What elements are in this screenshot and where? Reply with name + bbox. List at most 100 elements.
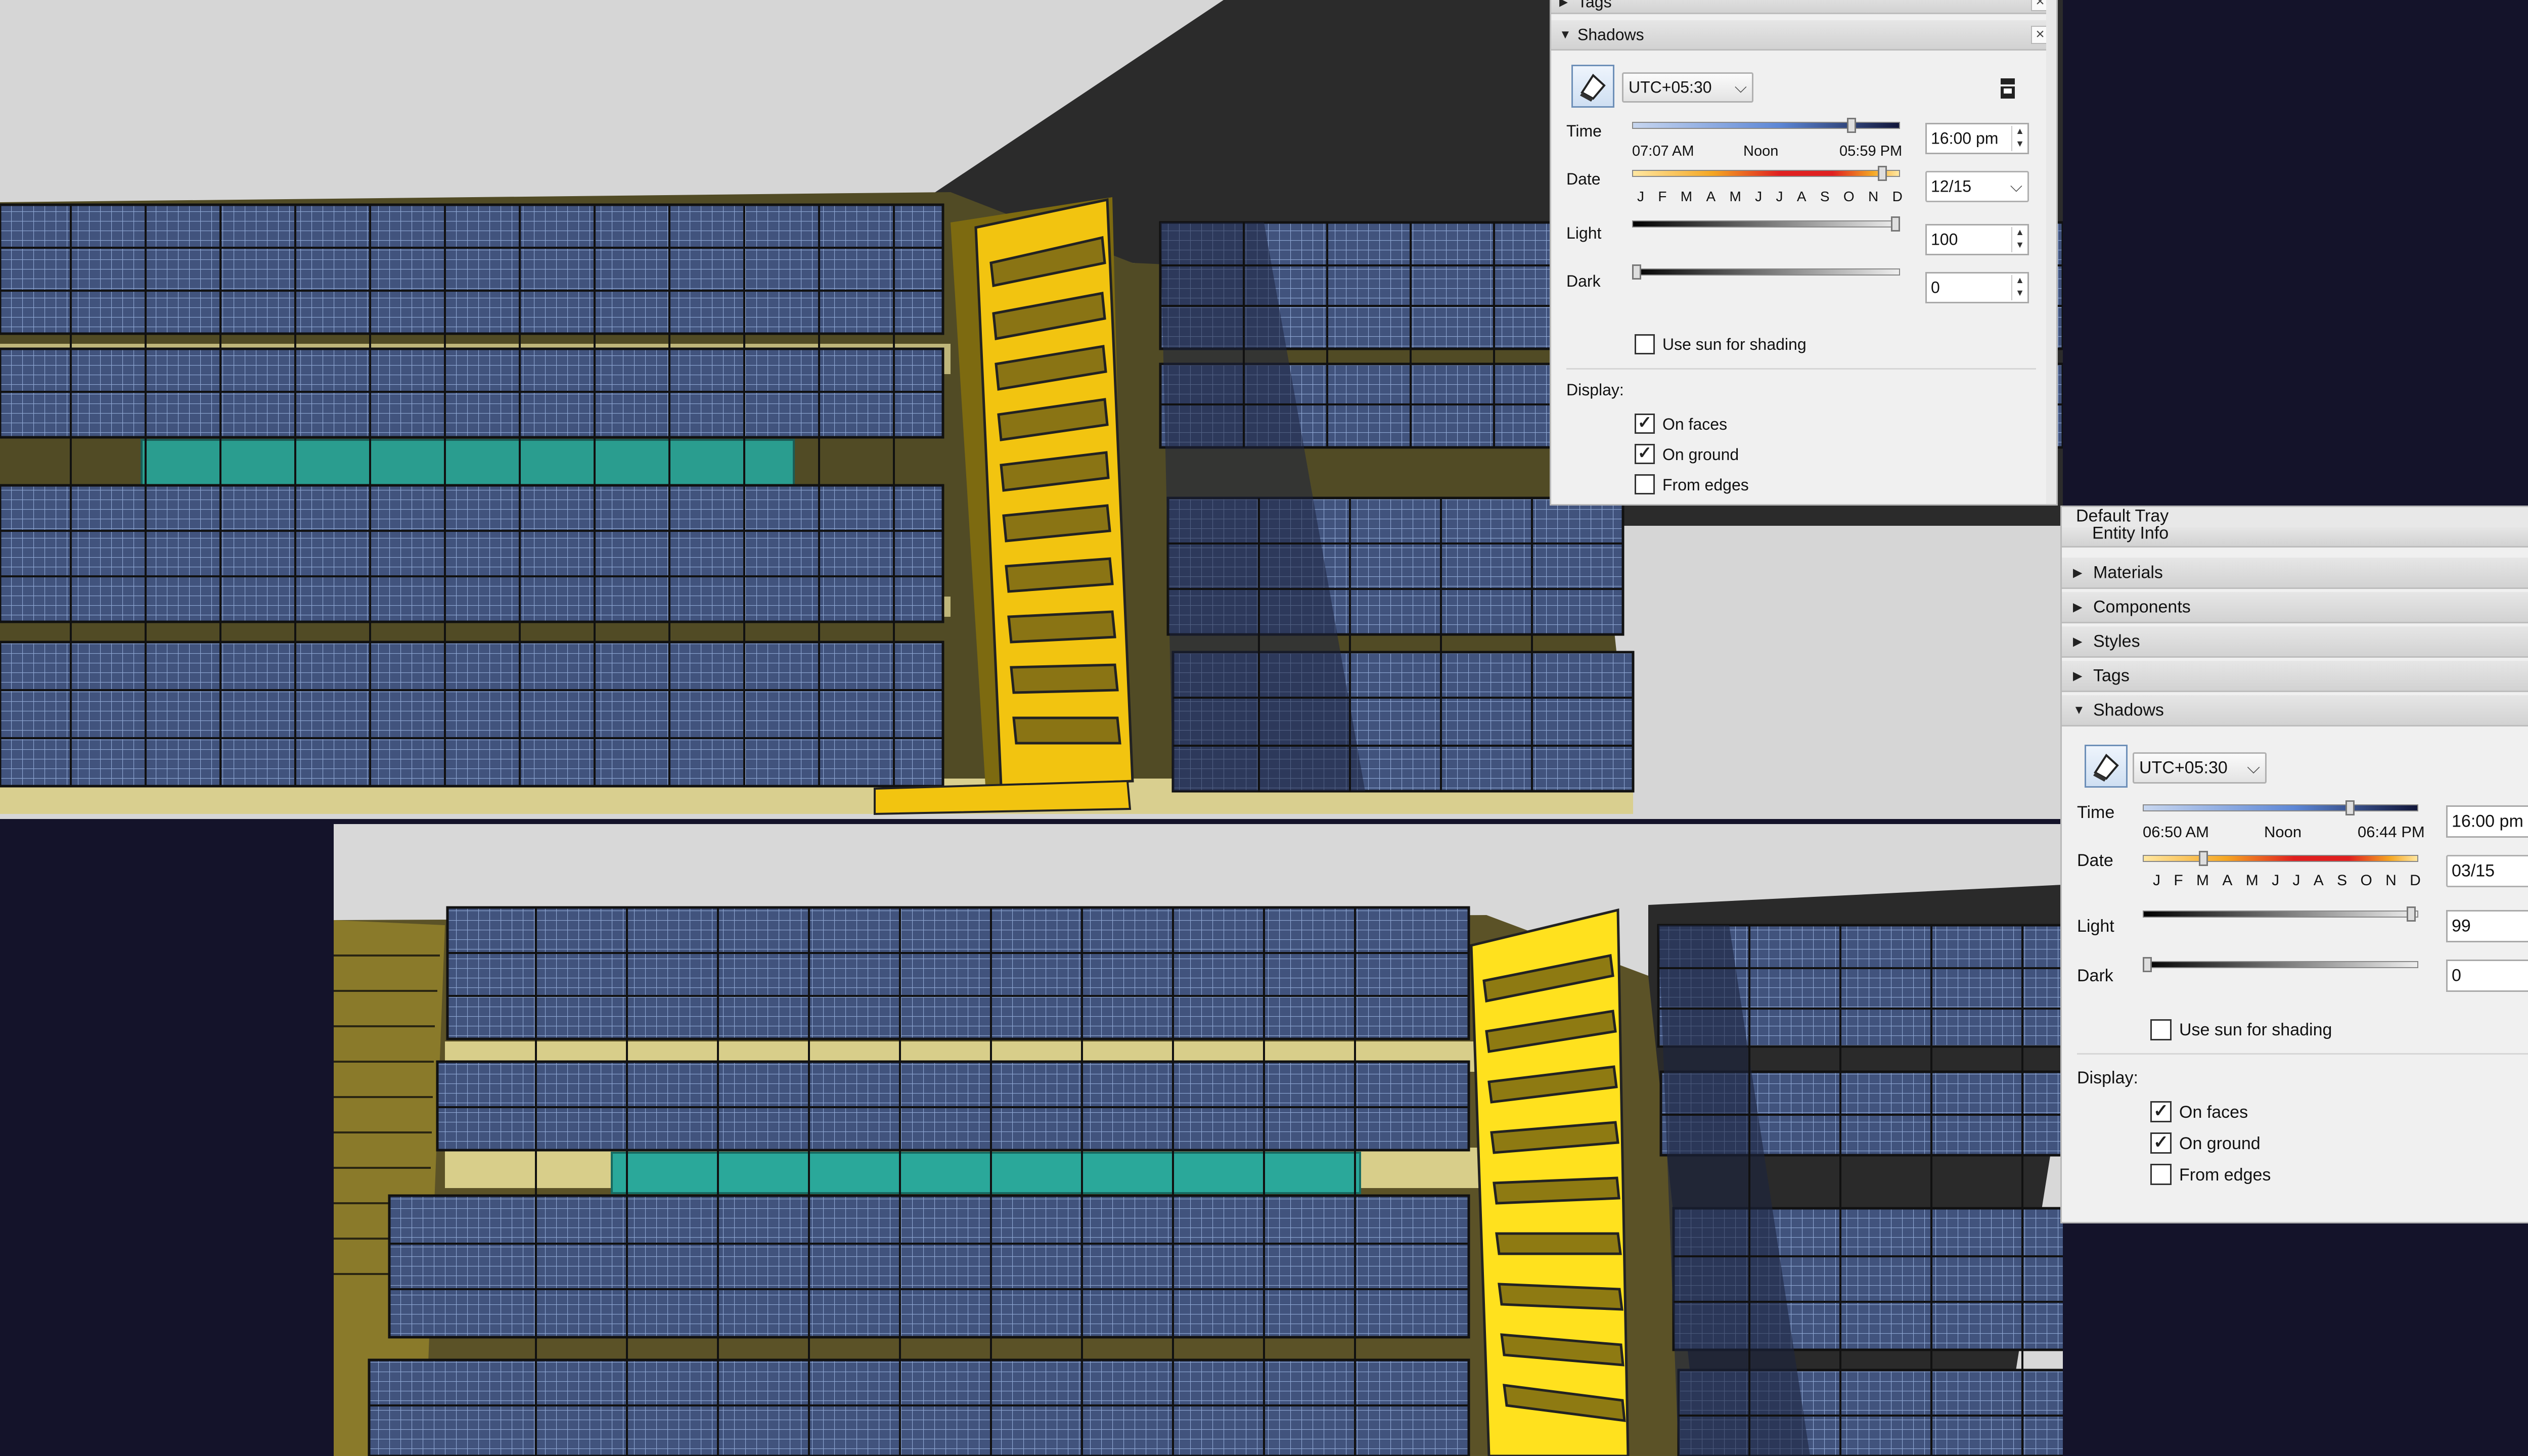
top-dark-input[interactable]: 0 ▲ ▼: [1925, 272, 2029, 303]
light-spinner[interactable]: ▲ ▼: [2011, 227, 2027, 252]
from-edges-label: From edges: [2179, 1165, 2271, 1185]
top-time-end: 05:59 PM: [1839, 143, 1903, 159]
materials-label: Materials: [2093, 563, 2163, 582]
month-tick-label: J: [2292, 872, 2300, 889]
date-label: Date: [2077, 851, 2113, 870]
date-value: 03/15: [2452, 861, 2495, 881]
expanded-arrow-icon: ▼: [1559, 27, 1571, 41]
show-shadows-toggle-button[interactable]: [2085, 745, 2128, 788]
top-tags-panel-header[interactable]: ▶ Tags ×: [1551, 0, 2056, 14]
top-on-ground-checkbox[interactable]: ✓: [1635, 443, 1655, 464]
month-ticks: JFMAMJJASOND: [2153, 872, 2421, 890]
on-faces-label: On faces: [2179, 1103, 2248, 1122]
top-month-ticks: JFMAMJJASOND: [1637, 189, 1903, 206]
tags-panel-header[interactable]: ▶ Tags ×: [2062, 661, 2528, 692]
entity-info-header[interactable]: Entity Info: [2062, 524, 2528, 548]
light-label: Light: [2077, 917, 2114, 936]
shadow-toggle-icon: [1580, 73, 1606, 102]
top-time-noon: Noon: [1743, 143, 1779, 159]
dark-slider[interactable]: [2143, 957, 2418, 972]
top-from-edges-checkbox[interactable]: [1635, 474, 1655, 494]
viewport-bottom-scene: [334, 824, 2063, 1456]
top-date-dropdown[interactable]: 12/15 ⌵: [1925, 171, 2029, 202]
month-tick-label: N: [2385, 872, 2397, 889]
on-faces-checkbox[interactable]: ✓: [2150, 1100, 2172, 1122]
details-toggle-icon[interactable]: [1999, 77, 2017, 100]
time-end: 06:44 PM: [2358, 823, 2425, 841]
slider-thumb[interactable]: [2143, 957, 2152, 972]
top-on-faces-checkbox[interactable]: ✓: [1635, 413, 1655, 434]
dark-label: Dark: [2077, 966, 2113, 985]
slider-thumb[interactable]: [2345, 800, 2355, 815]
time-slider[interactable]: [2143, 800, 2418, 815]
components-label: Components: [2093, 597, 2191, 616]
top-time-input[interactable]: 16:00 pm ▲ ▼: [1925, 123, 2029, 154]
top-from-edges-label: From edges: [1662, 476, 1749, 494]
slider-thumb[interactable]: [2407, 906, 2416, 922]
slider-thumb[interactable]: [1891, 216, 1900, 232]
top-light-slider[interactable]: [1632, 216, 1900, 232]
month-tick-label: M: [2196, 872, 2209, 889]
timezone-dropdown[interactable]: UTC+05:30 ⌵: [2133, 752, 2267, 784]
light-slider[interactable]: [2143, 906, 2418, 922]
viewport-bottom[interactable]: [334, 824, 2063, 1456]
shadows-panel-header[interactable]: ▼ Shadows ×: [2062, 695, 2528, 726]
timezone-value: UTC+05:30: [2139, 758, 2228, 778]
top-dark-slider[interactable]: [1632, 264, 1900, 280]
on-ground-checkbox[interactable]: ✓: [2150, 1131, 2172, 1154]
slider-thumb[interactable]: [1878, 166, 1887, 181]
materials-panel-header[interactable]: ▶ Materials ×: [2062, 558, 2528, 589]
time-value: 16:00 pm: [1931, 129, 1999, 148]
styles-panel-header[interactable]: ▶ Styles ×: [2062, 626, 2528, 658]
top-time-slider[interactable]: [1632, 118, 1900, 133]
date-dropdown[interactable]: 03/15 ⌵: [2446, 855, 2528, 887]
top-shadows-panel-header[interactable]: ▼ Shadows ×: [1551, 20, 2056, 51]
components-panel-header[interactable]: ▶ Components ×: [2062, 592, 2528, 623]
month-tick-label: M: [1729, 189, 1741, 204]
time-label: Time: [2077, 803, 2115, 822]
top-time-start: 07:07 AM: [1632, 143, 1694, 159]
top-tags-label: Tags: [1577, 0, 1612, 11]
month-tick-label: S: [2337, 872, 2348, 889]
light-value: 99: [2452, 916, 2471, 936]
date-slider[interactable]: [2143, 851, 2418, 866]
month-tick-label: A: [2222, 872, 2233, 889]
expanded-arrow-icon: ▼: [2073, 703, 2085, 717]
time-spinner[interactable]: ▲ ▼: [2011, 126, 2027, 151]
top-shadows-tray: ▶ Tags × ▼ Shadows × UTC+05:30 ⌵ Time 07…: [1550, 0, 2058, 506]
top-light-input[interactable]: 100 ▲ ▼: [1925, 224, 2029, 255]
month-tick-label: J: [2272, 872, 2280, 889]
slider-thumb[interactable]: [1632, 264, 1641, 280]
month-tick-label: O: [1843, 189, 1855, 204]
light-input[interactable]: 99 ▲▼: [2446, 910, 2528, 942]
month-tick-label: A: [1796, 189, 1807, 204]
month-tick-label: M: [1680, 189, 1693, 204]
time-input[interactable]: 16:00 pm ▲▼: [2446, 805, 2528, 838]
use-sun-checkbox[interactable]: [2150, 1019, 2172, 1040]
slider-thumb[interactable]: [1847, 118, 1856, 133]
chevron-down-icon: ⌵: [2247, 758, 2260, 778]
month-tick-label: S: [1820, 189, 1830, 204]
time-value: 16:00 pm: [2452, 811, 2523, 831]
dark-spinner[interactable]: ▲ ▼: [2011, 275, 2027, 300]
top-display-label: Display:: [1566, 381, 1624, 399]
collapsed-arrow-icon: ▶: [2073, 600, 2083, 614]
date-value: 12/15: [1931, 177, 1972, 196]
shadow-toggle-icon: [2093, 753, 2119, 782]
month-tick-label: N: [1868, 189, 1879, 204]
slider-thumb[interactable]: [2199, 851, 2208, 866]
month-tick-label: D: [1892, 189, 1903, 204]
dark-input[interactable]: 0 ▲▼: [2446, 960, 2528, 992]
collapsed-arrow-icon: ▶: [2073, 566, 2083, 579]
top-date-slider[interactable]: [1632, 166, 1900, 181]
top-light-label: Light: [1566, 224, 1602, 242]
chevron-down-icon: ⌵: [1734, 78, 1747, 96]
top-timezone-dropdown[interactable]: UTC+05:30 ⌵: [1622, 72, 1753, 103]
use-sun-label: Use sun for shading: [2179, 1020, 2332, 1039]
from-edges-checkbox[interactable]: [2150, 1164, 2172, 1185]
top-tray-scrollbar[interactable]: [2046, 0, 2056, 504]
on-ground-label: On ground: [2179, 1134, 2261, 1153]
top-time-label: Time: [1566, 122, 1602, 140]
show-shadows-toggle-button[interactable]: [1571, 65, 1614, 108]
top-use-sun-checkbox[interactable]: [1635, 334, 1655, 354]
